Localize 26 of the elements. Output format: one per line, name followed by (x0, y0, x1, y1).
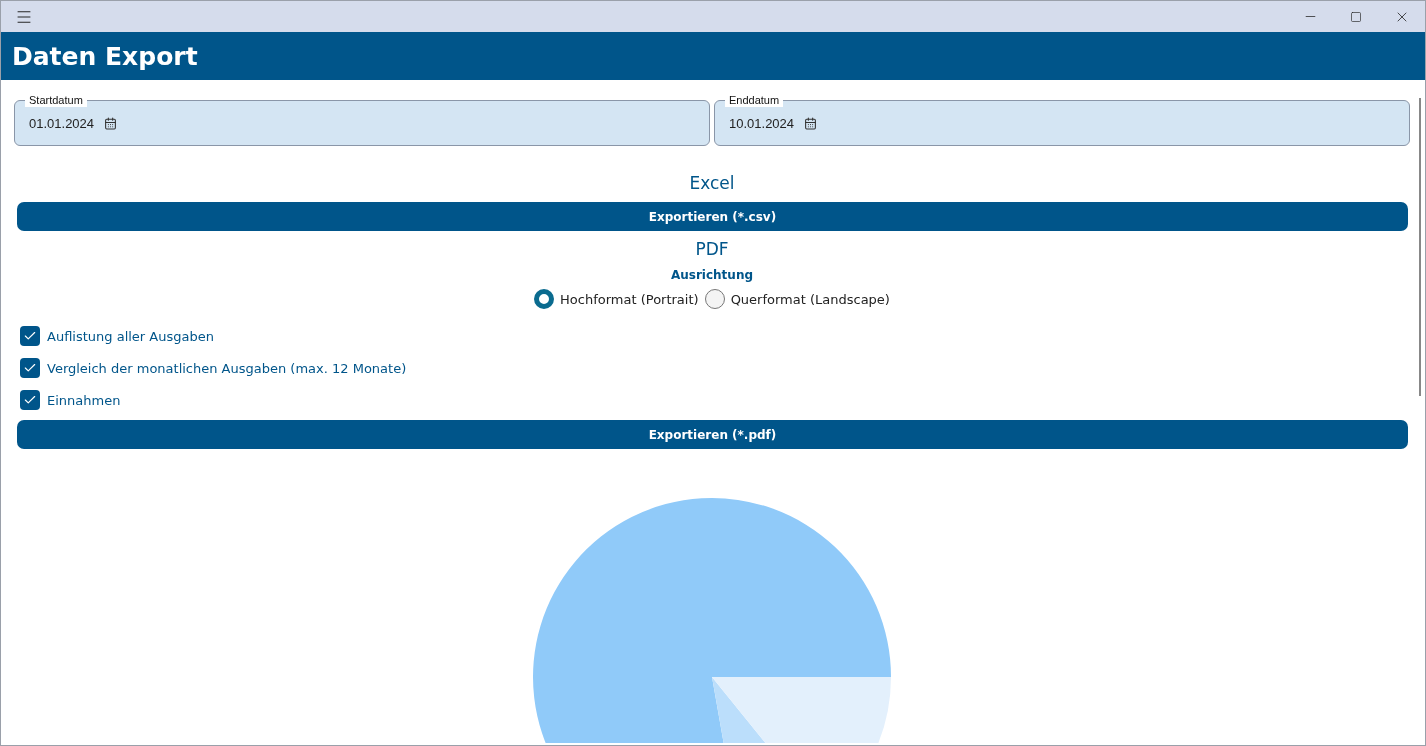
section-heading: Excel (688, 172, 736, 194)
export-button[interactable]: Exportieren (*.pdf) (17, 420, 1408, 449)
radio-option[interactable]: Hochformat (Portrait) (534, 289, 699, 309)
checkbox[interactable] (20, 390, 40, 410)
calendar-icon[interactable] (104, 116, 118, 130)
radio-dot[interactable] (534, 289, 555, 309)
check-icon (23, 361, 37, 375)
radio-dot[interactable] (704, 289, 725, 309)
date-value: 10.01.2024 (729, 115, 795, 131)
field-label: Startdatum (25, 94, 87, 107)
maximize-icon[interactable] (1350, 10, 1362, 23)
orientation-label: Ausrichtung (669, 268, 755, 282)
export-button[interactable]: Exportieren (*.csv) (17, 202, 1408, 231)
calendar-icon[interactable] (804, 116, 818, 130)
checkbox-option[interactable]: Einnahmen (20, 390, 1410, 410)
check-icon (23, 393, 37, 407)
checkbox[interactable] (20, 358, 40, 378)
window-title: Daten Export (12, 41, 198, 71)
section-heading: PDF (694, 238, 730, 260)
radio-option[interactable]: Querformat (Landscape) (704, 289, 890, 309)
field-label: Enddatum (725, 94, 784, 107)
date-value: 01.01.2024 (29, 115, 95, 131)
checkbox-option[interactable]: Vergleich der monatlichen Ausgaben (max. 12 Monate) (20, 358, 1410, 378)
check-icon (23, 329, 37, 343)
checkbox-option[interactable]: Auflistung aller Ausgaben (20, 326, 1410, 346)
checkbox[interactable] (20, 326, 40, 346)
